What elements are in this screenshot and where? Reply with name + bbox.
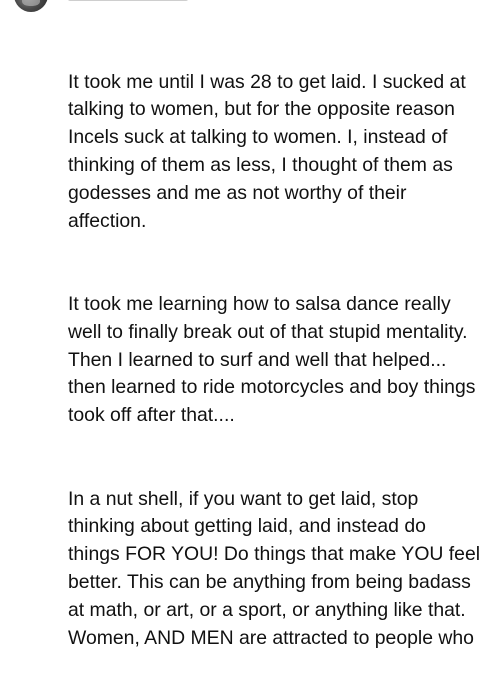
comment-paragraph: In a nut shell, if you want to get laid,… — [68, 487, 481, 649]
comment-paragraph: It took me learning how to salsa dance r… — [68, 292, 476, 427]
comment-body: It took me until I was 28 to get laid. I… — [68, 13, 498, 680]
comment-author-avatar[interactable] — [14, 0, 48, 12]
comment-paragraph: It took me until I was 28 to get laid. I… — [68, 70, 466, 232]
comment-meta — [68, 0, 188, 1]
